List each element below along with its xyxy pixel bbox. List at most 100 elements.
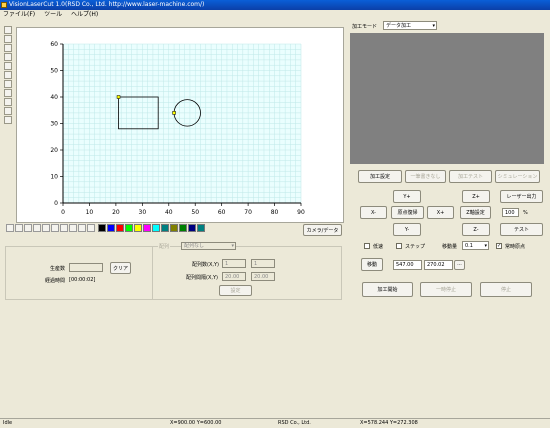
step-label: ステップ: [405, 244, 426, 250]
app-icon: [1, 2, 7, 8]
array-spacing-y-field: 20.00: [251, 272, 275, 281]
process-mode-value: データ加工: [386, 23, 412, 29]
x-minus-button[interactable]: X-: [360, 206, 387, 219]
array-mode-value: 配列なし: [184, 243, 205, 249]
process-test-button[interactable]: 加工テスト: [449, 170, 492, 183]
color-swatch[interactable]: [188, 224, 196, 232]
open-file-icon[interactable]: [15, 224, 23, 232]
always-origin-label: 常時原点: [505, 244, 526, 250]
move-amount-select[interactable]: 0.1 ▾: [462, 241, 489, 250]
new-file-icon[interactable]: [6, 224, 14, 232]
chevron-down-icon: ▾: [231, 243, 234, 249]
y-tick-label: 30: [50, 121, 58, 128]
save-icon[interactable]: [24, 224, 32, 232]
x-tick-label: 90: [297, 209, 305, 216]
arc-tool-icon[interactable]: [4, 71, 12, 79]
status-cursor: X=578.244 Y=272.308: [360, 420, 418, 426]
z-minus-button[interactable]: Z-: [462, 223, 490, 236]
select-icon[interactable]: [42, 224, 50, 232]
x-tick-label: 40: [165, 209, 173, 216]
menu-tools[interactable]: ツール: [44, 11, 62, 18]
fill-tool-icon[interactable]: [4, 89, 12, 97]
fit-icon[interactable]: [69, 224, 77, 232]
laser-output-button[interactable]: レーザー出力: [500, 190, 543, 203]
color-swatch[interactable]: [161, 224, 169, 232]
camera-view: [350, 33, 544, 164]
color-swatch[interactable]: [179, 224, 187, 232]
start-process-button[interactable]: 加工開始: [362, 282, 413, 297]
polyline-tool-icon[interactable]: [4, 53, 12, 61]
status-company: RSD Co., Ltd.: [278, 420, 311, 426]
x-tick-label: 70: [244, 209, 252, 216]
array-count-label: 配列数(X,Y): [192, 262, 219, 268]
process-settings-button[interactable]: 加工設定: [358, 170, 402, 183]
color-swatch[interactable]: [152, 224, 160, 232]
camera-data-button[interactable]: カメラ/データ: [303, 224, 342, 236]
stop-button[interactable]: 停止: [480, 282, 532, 297]
y-tick-label: 60: [50, 41, 58, 48]
pointer-icon[interactable]: [87, 224, 95, 232]
color-swatch[interactable]: [98, 224, 106, 232]
clear-button[interactable]: クリア: [110, 262, 131, 274]
array-group-label: 配列: [158, 243, 171, 250]
chevron-down-icon: ▾: [484, 243, 487, 249]
y-minus-button[interactable]: Y-: [393, 223, 421, 236]
curve-tool-icon[interactable]: [4, 80, 12, 88]
line-tool-icon[interactable]: [4, 26, 12, 34]
test-button[interactable]: テスト: [500, 223, 543, 236]
grid-tool-icon[interactable]: [4, 107, 12, 115]
menu-help[interactable]: ヘルプ(H): [71, 11, 98, 18]
move-button[interactable]: 移動: [361, 258, 383, 271]
undo-icon[interactable]: [4, 98, 12, 106]
text-tool-icon[interactable]: [4, 62, 12, 70]
start-point-marker: [116, 95, 121, 99]
zoom-in-icon[interactable]: [51, 224, 59, 232]
measure-icon[interactable]: [78, 224, 86, 232]
production-panel: [5, 246, 153, 300]
coord-pick-button[interactable]: ...: [454, 260, 465, 270]
array-spacing-label: 配列間隔(X,Y): [186, 275, 218, 281]
y-plus-button[interactable]: Y+: [393, 190, 421, 203]
array-count-x-field: 1: [222, 259, 246, 268]
x-tick-label: 80: [271, 209, 279, 216]
always-origin-checkbox[interactable]: ✓: [496, 243, 502, 249]
simulation-button[interactable]: シミュレーション: [495, 170, 540, 183]
import-icon[interactable]: [33, 224, 41, 232]
trace-frame-button[interactable]: 一筆書きなし: [405, 170, 446, 183]
array-set-button: 設定: [219, 285, 252, 296]
pause-button[interactable]: 一時停止: [420, 282, 472, 297]
y-tick-label: 50: [50, 68, 58, 75]
move-x-field[interactable]: 547.00: [393, 260, 422, 270]
status-coords: X=900.00 Y=600.00: [170, 420, 222, 426]
process-mode-select[interactable]: データ加工 ▾: [383, 21, 437, 30]
color-swatch[interactable]: [107, 224, 115, 232]
z-plus-button[interactable]: Z+: [462, 190, 490, 203]
rectangle-tool-icon[interactable]: [4, 35, 12, 43]
pointer-tool-icon[interactable]: [4, 116, 12, 124]
step-checkbox[interactable]: [396, 243, 402, 249]
color-swatch[interactable]: [143, 224, 151, 232]
drawing-canvas[interactable]: 0 10 20 30 40 50 60 70 80 90 0 10 20 30 40 50 60: [17, 28, 343, 222]
x-tick-label: 50: [191, 209, 199, 216]
color-swatch[interactable]: [197, 224, 205, 232]
menu-file[interactable]: ファイル(F): [3, 11, 35, 18]
drawing-canvas-panel[interactable]: 0 10 20 30 40 50 60 70 80 90 0 10 20 30 40 50 60: [16, 27, 344, 223]
laser-power-field[interactable]: 100: [502, 208, 519, 217]
y-tick-label: 10: [50, 174, 58, 181]
zoom-out-icon[interactable]: [60, 224, 68, 232]
color-swatch[interactable]: [125, 224, 133, 232]
ellipse-tool-icon[interactable]: [4, 44, 12, 52]
x-plus-button[interactable]: X+: [427, 206, 454, 219]
elapsed-time-label: 経過時間: [45, 278, 66, 284]
origin-move-button[interactable]: 原点復帰: [391, 206, 424, 219]
move-y-field[interactable]: 270.02: [424, 260, 453, 270]
high-speed-checkbox[interactable]: [364, 243, 370, 249]
start-point-marker: [172, 111, 176, 115]
elapsed-time-value: [00:00:02]: [69, 277, 96, 283]
x-tick-label: 60: [218, 209, 226, 216]
z-settings-button[interactable]: Z軸設定: [460, 206, 491, 219]
color-swatch[interactable]: [116, 224, 124, 232]
move-amount-label: 移動量: [442, 244, 458, 250]
color-swatch[interactable]: [170, 224, 178, 232]
color-swatch[interactable]: [134, 224, 142, 232]
